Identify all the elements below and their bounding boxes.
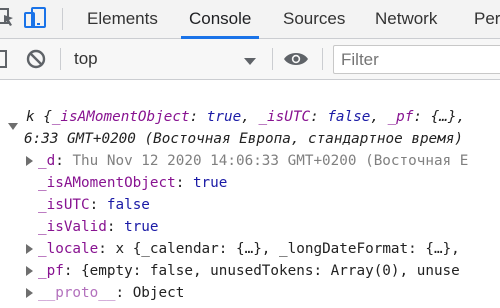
tab-sources[interactable]: Sources: [283, 0, 345, 38]
tab-elements[interactable]: Elements: [87, 0, 158, 38]
prop-key: _isUTC: [38, 197, 90, 213]
tab-performance[interactable]: Perf: [474, 0, 500, 38]
devtools-tab-bar: Elements Console Sources Network Perf: [0, 0, 500, 39]
prop-value: true: [206, 109, 242, 125]
tab-separator: [62, 8, 63, 30]
sidebar-toggle-icon[interactable]: [0, 50, 8, 73]
console-object-summary-continued: 6:33 GMT+0200 (Восточная Европа, стандар…: [24, 131, 463, 147]
prop-key: _pf: [387, 109, 414, 125]
prop-key: _d: [38, 153, 56, 169]
filter-input[interactable]: Filter: [333, 45, 500, 74]
inspect-element-icon[interactable]: [0, 6, 16, 35]
prop-d[interactable]: _d: Thu Nov 12 2020 14:06:33 GMT+0200 (В…: [38, 150, 468, 172]
object-prefix: k {: [26, 109, 52, 125]
prop-key: _pf: [38, 263, 64, 279]
prop-pf[interactable]: _pf: {empty: false, unusedTokens: Array(…: [38, 260, 460, 282]
prop-value: false: [106, 197, 150, 213]
prop-key: _locale: [38, 241, 99, 257]
prop-key: _isValid: [38, 219, 107, 235]
device-toolbar-icon[interactable]: [24, 6, 48, 35]
console-output: k { _isAMomentObject: true, _isUTC: false…: [0, 80, 500, 308]
clear-console-icon[interactable]: [25, 48, 47, 75]
prop-value: false: [327, 109, 371, 125]
prop-key: _isAMomentObject: [51, 109, 190, 125]
filter-placeholder: Filter: [341, 50, 379, 69]
context-selector[interactable]: top: [74, 39, 98, 79]
chevron-down-icon[interactable]: [244, 54, 256, 72]
expand-triangle-icon[interactable]: [26, 266, 33, 276]
live-expression-eye-icon[interactable]: [283, 51, 309, 72]
prop-key: _isUTC: [258, 109, 311, 125]
prop-isutc: _isUTC: false: [38, 197, 150, 213]
toolbar-separator: [60, 48, 61, 70]
prop-proto[interactable]: __proto__: Object: [38, 282, 184, 304]
expand-triangle-icon[interactable]: [26, 288, 33, 298]
prop-locale[interactable]: _locale: x {_calendar: {…}, _longDateFor…: [38, 238, 460, 260]
prop-isamomentobject: _isAMomentObject: true: [38, 175, 228, 191]
prop-value: true: [124, 219, 159, 235]
prop-value: {…}: [430, 109, 457, 125]
prop-isvalid: _isValid: true: [38, 219, 159, 235]
tab-console[interactable]: Console: [180, 0, 260, 39]
expand-triangle-icon[interactable]: [26, 244, 33, 254]
prop-value: Object: [132, 285, 185, 301]
prop-value: {empty: false, unusedTokens: Array(0), u…: [81, 263, 460, 279]
prop-value: Thu Nov 12 2020 14:06:33 GMT+0200 (Восто…: [72, 153, 469, 169]
prop-key: __proto__: [38, 285, 116, 301]
console-object-summary[interactable]: k {_isAMomentObject: true, _isUTC: false…: [26, 106, 465, 128]
prop-key: _isAMomentObject: [38, 175, 176, 191]
tab-network[interactable]: Network: [375, 0, 437, 38]
object-tail: ,: [456, 109, 466, 125]
prop-value: x {_calendar: {…}, _longDateFormat: {…},: [115, 241, 460, 257]
console-toolbar: top Filter: [0, 39, 500, 80]
prop-value: true: [192, 175, 228, 191]
expand-triangle-icon[interactable]: [26, 156, 33, 166]
toolbar-separator: [322, 48, 323, 70]
toolbar-separator: [272, 48, 273, 70]
expand-triangle-icon[interactable]: [8, 123, 18, 130]
